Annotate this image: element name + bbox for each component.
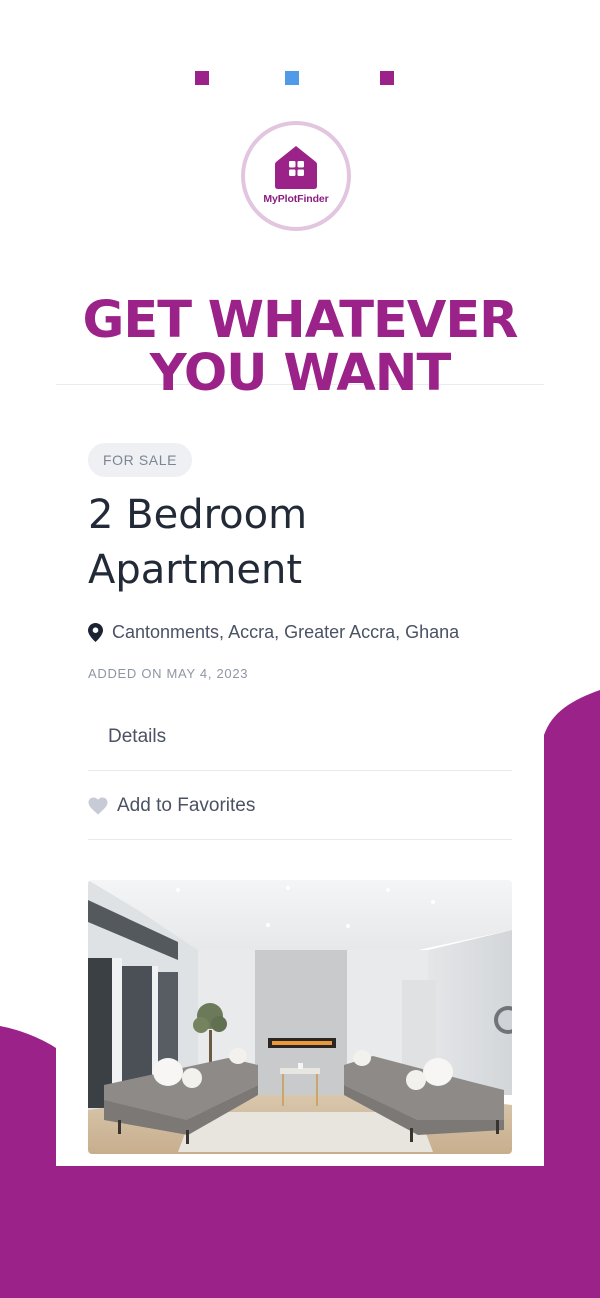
purple-dot: [195, 71, 209, 85]
house-with-window-icon: [275, 145, 317, 189]
added-date: ADDED ON MAY 4, 2023: [88, 666, 249, 681]
brand-logo: MyPlotFinder: [241, 121, 351, 231]
living-room-illustration: [88, 880, 512, 1154]
listing-address: Cantonments, Accra, Greater Accra, Ghana: [88, 622, 459, 643]
favorites-label: Add to Favorites: [117, 794, 256, 816]
listing-title: 2 Bedroom Apartment: [88, 488, 508, 598]
living-room-photo[interactable]: [88, 880, 512, 1154]
status-badge: FOR SALE: [88, 443, 193, 477]
decorative-dots: [0, 71, 600, 87]
details-label: Details: [108, 725, 167, 747]
brand-name: MyPlotFinder: [263, 192, 329, 205]
headline-line-2: YOU WANT: [149, 344, 452, 403]
blue-dot: [285, 71, 299, 85]
map-pin-icon: [88, 623, 103, 642]
listing-title-line-2: Apartment: [88, 547, 303, 593]
heart-icon: [88, 797, 108, 814]
add-to-favorites-button[interactable]: Add to Favorites: [88, 772, 512, 840]
address-text: Cantonments, Accra, Greater Accra, Ghana: [112, 622, 460, 642]
details-link[interactable]: Details: [88, 703, 512, 771]
headline-line-1: GET WHATEVER: [82, 291, 519, 350]
headline: GET WHATEVER YOU WANT: [0, 294, 600, 400]
purple-dot: [380, 71, 394, 85]
listing-title-line-1: 2 Bedroom: [88, 492, 308, 538]
